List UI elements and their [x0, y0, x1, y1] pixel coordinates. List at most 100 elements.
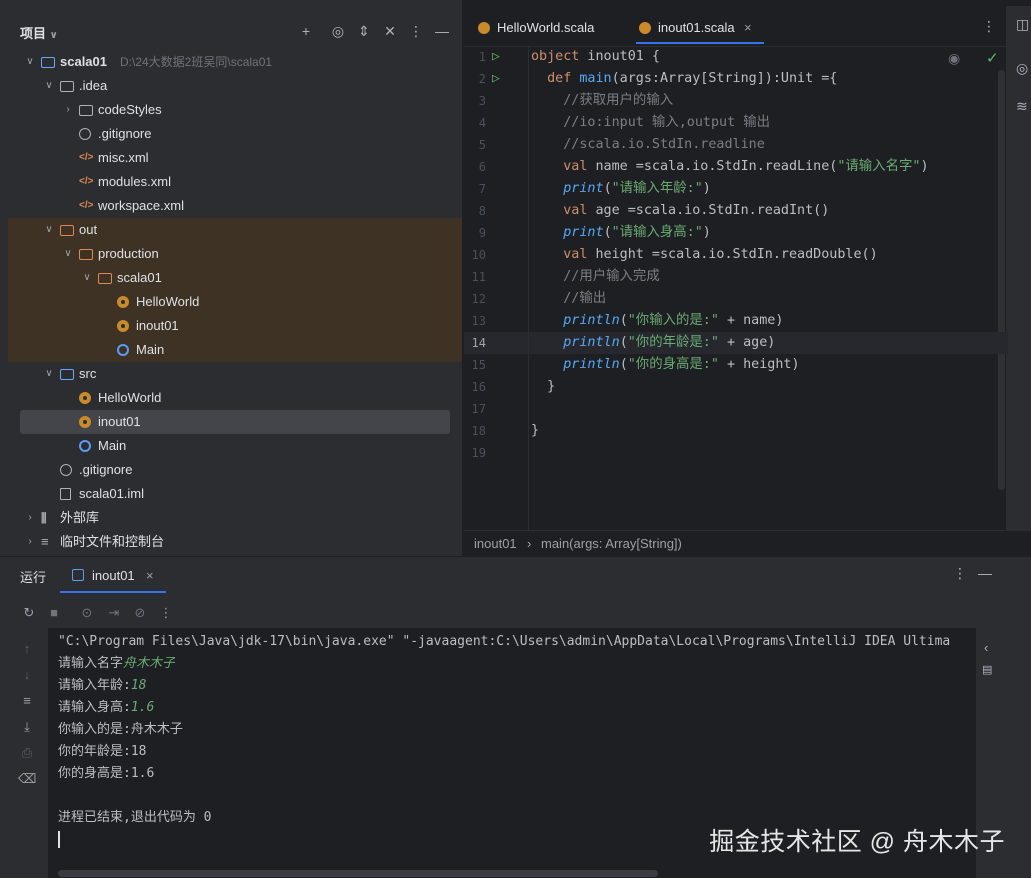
chevron-down-icon[interactable]: ∨: [50, 30, 58, 41]
tree-item-helloworld[interactable]: HelloWorld: [8, 290, 462, 314]
restore-layout-icon[interactable]: ⇥: [105, 604, 123, 622]
code-line[interactable]: 7 print("请输入年龄:"): [464, 178, 1008, 200]
code-line[interactable]: 15 println("你的身高是:" + height): [464, 354, 1008, 376]
more-options-icon[interactable]: ⋮: [406, 21, 426, 41]
tree-item-inout01[interactable]: inout01: [8, 314, 462, 338]
tree-item-label: HelloWorld: [136, 294, 200, 309]
tree-item-scala01[interactable]: ∨ scala01 D:\24大数据2班吴同\scala01: [8, 50, 454, 74]
chevron-down-icon[interactable]: ∨: [24, 50, 36, 74]
camera-icon[interactable]: ⊙: [78, 604, 96, 622]
code-line[interactable]: 19: [464, 442, 1008, 464]
tree-item-helloworld[interactable]: HelloWorld: [8, 386, 454, 410]
console-horizontal-scrollbar[interactable]: [58, 870, 658, 877]
tree-item-label: scala01: [60, 54, 107, 69]
trash-icon[interactable]: ⌫: [18, 770, 36, 788]
tree-item-gitignore[interactable]: .gitignore: [8, 458, 454, 482]
chevron-down-icon[interactable]: ∨: [62, 242, 74, 266]
code-line[interactable]: 6 val name =scala.io.StdIn.readLine("请输入…: [464, 156, 1008, 178]
tree-item-misc-xml[interactable]: </> misc.xml: [8, 146, 454, 170]
stop-icon[interactable]: ■: [45, 604, 63, 622]
tree-item-scala01[interactable]: ∨ scala01: [8, 266, 462, 290]
code-text: def main(args:Array[String]):Unit ={: [547, 71, 838, 86]
code-line[interactable]: 13 println("你输入的是:" + name): [464, 310, 1008, 332]
locate-icon[interactable]: ◎: [328, 21, 348, 41]
tree-item-inout01[interactable]: inout01: [20, 410, 450, 434]
tree-item-out[interactable]: ∨ out: [8, 218, 462, 242]
code-line[interactable]: 2 ▷ def main(args:Array[String]):Unit ={: [464, 68, 1008, 90]
chevron-down-icon[interactable]: ∨: [81, 266, 93, 290]
tree-item-main[interactable]: Main: [8, 338, 462, 362]
scroll-to-end-icon[interactable]: ⤓: [18, 718, 36, 736]
debug-icon[interactable]: ⊘: [131, 604, 149, 622]
more-options-icon[interactable]: ⋮: [157, 604, 175, 622]
code-line[interactable]: 4 //io:input 输入,output 输出: [464, 112, 1008, 134]
tree-item-production[interactable]: ∨ production: [8, 242, 462, 266]
breadcrumb-item[interactable]: inout01: [474, 531, 517, 557]
chevron-right-icon[interactable]: ›: [62, 98, 74, 122]
code-line[interactable]: 18}: [464, 420, 1008, 442]
tree-item-idea[interactable]: ∨ .idea: [8, 74, 454, 98]
tree-item-codestyles[interactable]: › codeStyles: [8, 98, 454, 122]
more-options-icon[interactable]: ⋮: [982, 18, 996, 35]
minimize-icon[interactable]: —: [978, 565, 992, 581]
minimize-icon[interactable]: —: [432, 21, 452, 41]
tree-item-label: .idea: [79, 78, 108, 93]
tree-item-gitignore[interactable]: .gitignore: [8, 122, 454, 146]
add-icon[interactable]: +: [296, 21, 316, 41]
scala-object-icon: [79, 416, 91, 428]
chevron-right-icon[interactable]: ›: [24, 506, 36, 530]
soft-wrap-icon[interactable]: ≡: [18, 692, 36, 710]
chevron-down-icon[interactable]: ∨: [43, 74, 55, 98]
close-icon[interactable]: ×: [146, 568, 154, 583]
run-gutter-icon[interactable]: ▷: [492, 46, 500, 68]
chevron-down-icon[interactable]: ∨: [43, 362, 55, 386]
line-number: 6: [478, 160, 486, 174]
code-line[interactable]: 1 ▷ object inout01 {: [464, 46, 1008, 68]
code-line[interactable]: 5 //scala.io.StdIn.readline: [464, 134, 1008, 156]
run-gutter-icon[interactable]: ▷: [492, 68, 500, 90]
ai-assistant-icon[interactable]: ◎: [1016, 60, 1028, 77]
line-number: 13: [471, 314, 486, 328]
rerun-icon[interactable]: ↻: [20, 604, 38, 622]
code-line[interactable]: 12 //输出: [464, 288, 1008, 310]
tree-item-scala01-iml[interactable]: scala01.iml: [8, 482, 454, 506]
print-icon[interactable]: ⎙: [18, 744, 36, 762]
arrow-up-icon[interactable]: ↑: [18, 640, 36, 658]
line-number: 5: [478, 138, 486, 152]
chevron-down-icon[interactable]: ∨: [43, 218, 55, 242]
active-tab-indicator: [636, 42, 764, 44]
application-icon: [72, 569, 84, 581]
notifications-icon[interactable]: ◫: [1016, 16, 1029, 33]
code-line[interactable]: 17: [464, 398, 1008, 420]
code-line[interactable]: 9 print("请输入身高:"): [464, 222, 1008, 244]
code-line[interactable]: 10 val height =scala.io.StdIn.readDouble…: [464, 244, 1008, 266]
tree-item-[interactable]: › ≡ 临时文件和控制台: [8, 530, 454, 554]
tree-item-label: codeStyles: [98, 102, 162, 117]
database-icon[interactable]: ≋: [1016, 98, 1028, 115]
more-options-icon[interactable]: ⋮: [953, 565, 967, 582]
code-text: //scala.io.StdIn.readline: [563, 137, 765, 152]
chevron-right-icon[interactable]: ›: [24, 530, 36, 554]
tree-item-src[interactable]: ∨ src: [8, 362, 454, 386]
tree-item-main[interactable]: Main: [8, 434, 454, 458]
tree-item-workspace-xml[interactable]: </> workspace.xml: [8, 194, 454, 218]
console-text: 你输入的是:舟木木子: [58, 722, 183, 737]
tree-item-modules-xml[interactable]: </> modules.xml: [8, 170, 454, 194]
scala-class-icon: [117, 344, 129, 356]
console-line: "C:\Program Files\Java\jdk-17\bin\java.e…: [58, 631, 950, 653]
breadcrumb-item[interactable]: main(args: Array[String]): [541, 531, 682, 557]
arrow-down-icon[interactable]: ↓: [18, 666, 36, 684]
code-line[interactable]: 14 println("你的年龄是:" + age): [464, 332, 1008, 354]
expand-all-icon[interactable]: ⇕: [354, 21, 374, 41]
close-icon[interactable]: ×: [744, 18, 752, 38]
chevron-left-icon[interactable]: ‹: [984, 640, 988, 655]
code-line[interactable]: 8 val age =scala.io.StdIn.readInt(): [464, 200, 1008, 222]
collapse-all-icon[interactable]: ✕: [380, 21, 400, 41]
tree-item-[interactable]: › ⫼ 外部库: [8, 506, 454, 530]
code-line[interactable]: 11 //用户输入完成: [464, 266, 1008, 288]
project-panel-title[interactable]: 项目 ∨: [20, 23, 58, 42]
line-number: 3: [478, 94, 486, 108]
code-line[interactable]: 16 }: [464, 376, 1008, 398]
side-panel-icon[interactable]: ▤: [982, 665, 994, 676]
code-line[interactable]: 3 //获取用户的输入: [464, 90, 1008, 112]
